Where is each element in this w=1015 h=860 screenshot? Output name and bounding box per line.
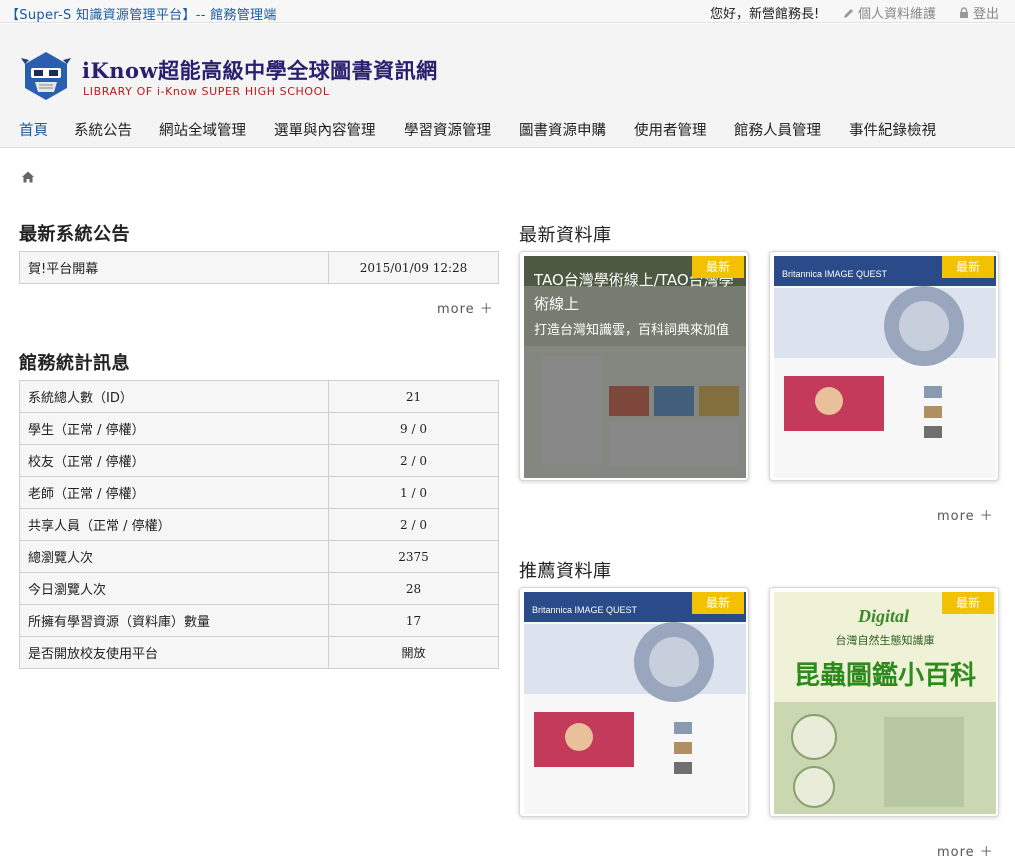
home-icon[interactable]	[21, 170, 35, 184]
new-badge: 最新	[692, 592, 744, 614]
announcements-more-link[interactable]: more ＋	[437, 298, 494, 317]
britannica-thumbnail: Britannica IMAGE QUEST	[524, 592, 746, 814]
greeting-text: 您好，新營館務長!	[710, 7, 820, 22]
tao-overlay: TAO台灣學術線上/TAO台灣學術線上 打造台灣知識雲，百科詞典來加值	[524, 256, 746, 478]
logout-link[interactable]: 登出	[958, 3, 999, 22]
stat-value: 17	[328, 604, 499, 637]
table-row: 所擁有學習資源（資料庫）數量 17	[19, 604, 499, 637]
lock-icon	[960, 6, 968, 18]
table-row: 系統總人數（ID） 21	[19, 380, 499, 413]
stat-value: 1 / 0	[328, 476, 499, 509]
profile-link[interactable]: 個人資料維護	[843, 3, 936, 22]
recommended-db-more-link[interactable]: more ＋	[937, 841, 994, 860]
table-row: 老師（正常 / 停權） 1 / 0	[19, 476, 499, 509]
nav-home[interactable]: 首頁	[19, 119, 48, 140]
logout-link-label: 登出	[973, 7, 1000, 22]
recommended-db-card-britannica[interactable]: Britannica IMAGE QUEST 最新	[519, 587, 749, 817]
nav-user-management[interactable]: 使用者管理	[634, 119, 707, 140]
nav-staff-management[interactable]: 館務人員管理	[734, 119, 821, 140]
table-row: 校友（正常 / 停權） 2 / 0	[19, 444, 499, 477]
table-row: 是否開放校友使用平台 開放	[19, 636, 499, 669]
table-row: 學生（正常 / 停權） 9 / 0	[19, 412, 499, 445]
stat-value: 2 / 0	[328, 508, 499, 541]
stat-label: 老師（正常 / 停權）	[19, 476, 329, 509]
nav-menu-content[interactable]: 選單與內容管理	[274, 119, 376, 140]
table-row: 共享人員（正常 / 停權） 2 / 0	[19, 508, 499, 541]
stat-value: 開放	[328, 636, 499, 669]
platform-title: 【Super-S 知識資源管理平台】-- 館務管理端	[6, 8, 277, 23]
latest-db-card-tao[interactable]: TAO台灣學術線上/TAO台灣學術線上 打造台灣知識雲，百科詞典來加值 最新	[519, 251, 749, 481]
nav-site-management[interactable]: 網站全域管理	[159, 119, 246, 140]
britannica-thumbnail: Britannica IMAGE QUEST	[774, 256, 996, 478]
nav-book-purchase[interactable]: 圖書資源申購	[519, 119, 606, 140]
main-nav: 首頁 系統公告 網站全域管理 選單與內容管理 學習資源管理 圖書資源申購 使用者…	[0, 116, 1015, 140]
insect-encyclopedia-thumbnail: Digital 台灣自然生態知識庫 昆蟲圖鑑小百科	[774, 592, 996, 814]
stat-value: 28	[328, 572, 499, 605]
announcements-title: 最新系統公告	[19, 224, 130, 245]
insect-db-subtitle: 台灣自然生態知識庫	[836, 633, 935, 647]
stat-value: 2 / 0	[328, 444, 499, 477]
digital-logo-text: Digital	[857, 606, 909, 626]
announcements-table: 賀!平台開幕 2015/01/09 12:28	[19, 251, 499, 284]
stat-label: 總瀏覽人次	[19, 540, 329, 573]
site-header: iKnow超能高級中學全球圖書資訊網 LIBRARY OF i-Know SUP…	[0, 24, 1015, 148]
top-bar: 【Super-S 知識資源管理平台】-- 館務管理端 您好，新營館務長! 個人資…	[0, 0, 1015, 23]
table-row: 今日瀏覽人次 28	[19, 572, 499, 605]
nav-event-log[interactable]: 事件紀錄檢視	[849, 119, 936, 140]
latest-db-title: 最新資料庫	[519, 225, 612, 246]
announcement-title[interactable]: 賀!平台開幕	[19, 251, 329, 284]
latest-db-more-link[interactable]: more ＋	[937, 505, 994, 524]
stat-label: 共享人員（正常 / 停權）	[19, 508, 329, 541]
stat-label: 系統總人數（ID）	[19, 380, 329, 413]
nav-announcements[interactable]: 系統公告	[74, 119, 132, 140]
new-badge: 最新	[692, 256, 744, 278]
pencil-icon	[844, 8, 853, 18]
site-logo[interactable]	[19, 48, 73, 102]
britannica-logo-text: Britannica IMAGE QUEST	[782, 269, 888, 279]
latest-db-card-britannica[interactable]: Britannica IMAGE QUEST 最新	[769, 251, 999, 481]
announcement-date: 2015/01/09 12:28	[328, 251, 499, 284]
profile-link-label: 個人資料維護	[858, 7, 937, 22]
table-row: 總瀏覽人次 2375	[19, 540, 499, 573]
tao-overlay-description: 打造台灣知識雲，百科詞典來加值	[534, 323, 730, 338]
insect-db-main-title: 昆蟲圖鑑小百科	[794, 660, 976, 691]
stat-value: 9 / 0	[328, 412, 499, 445]
site-subtitle: LIBRARY OF i-Know SUPER HIGH SCHOOL	[83, 85, 330, 98]
site-title: iKnow超能高級中學全球圖書資訊網	[82, 58, 438, 83]
stat-value: 2375	[328, 540, 499, 573]
nav-learning-resources[interactable]: 學習資源管理	[404, 119, 491, 140]
stats-table: 系統總人數（ID） 21 學生（正常 / 停權） 9 / 0 校友（正常 / 停權）…	[19, 380, 499, 669]
recommended-db-card-insects[interactable]: Digital 台灣自然生態知識庫 昆蟲圖鑑小百科 最新	[769, 587, 999, 817]
stats-title: 館務統計訊息	[19, 353, 130, 374]
britannica-logo-text: Britannica IMAGE QUEST	[532, 605, 638, 615]
stat-label: 所擁有學習資源（資料庫）數量	[19, 604, 329, 637]
table-row[interactable]: 賀!平台開幕 2015/01/09 12:28	[19, 251, 499, 284]
stat-label: 校友（正常 / 停權）	[19, 444, 329, 477]
stat-label: 學生（正常 / 停權）	[19, 412, 329, 445]
recommended-db-title: 推薦資料庫	[519, 561, 612, 582]
stat-label: 今日瀏覽人次	[19, 572, 329, 605]
stat-label: 是否開放校友使用平台	[19, 636, 329, 669]
new-badge: 最新	[942, 256, 994, 278]
stat-value: 21	[328, 380, 499, 413]
new-badge: 最新	[942, 592, 994, 614]
